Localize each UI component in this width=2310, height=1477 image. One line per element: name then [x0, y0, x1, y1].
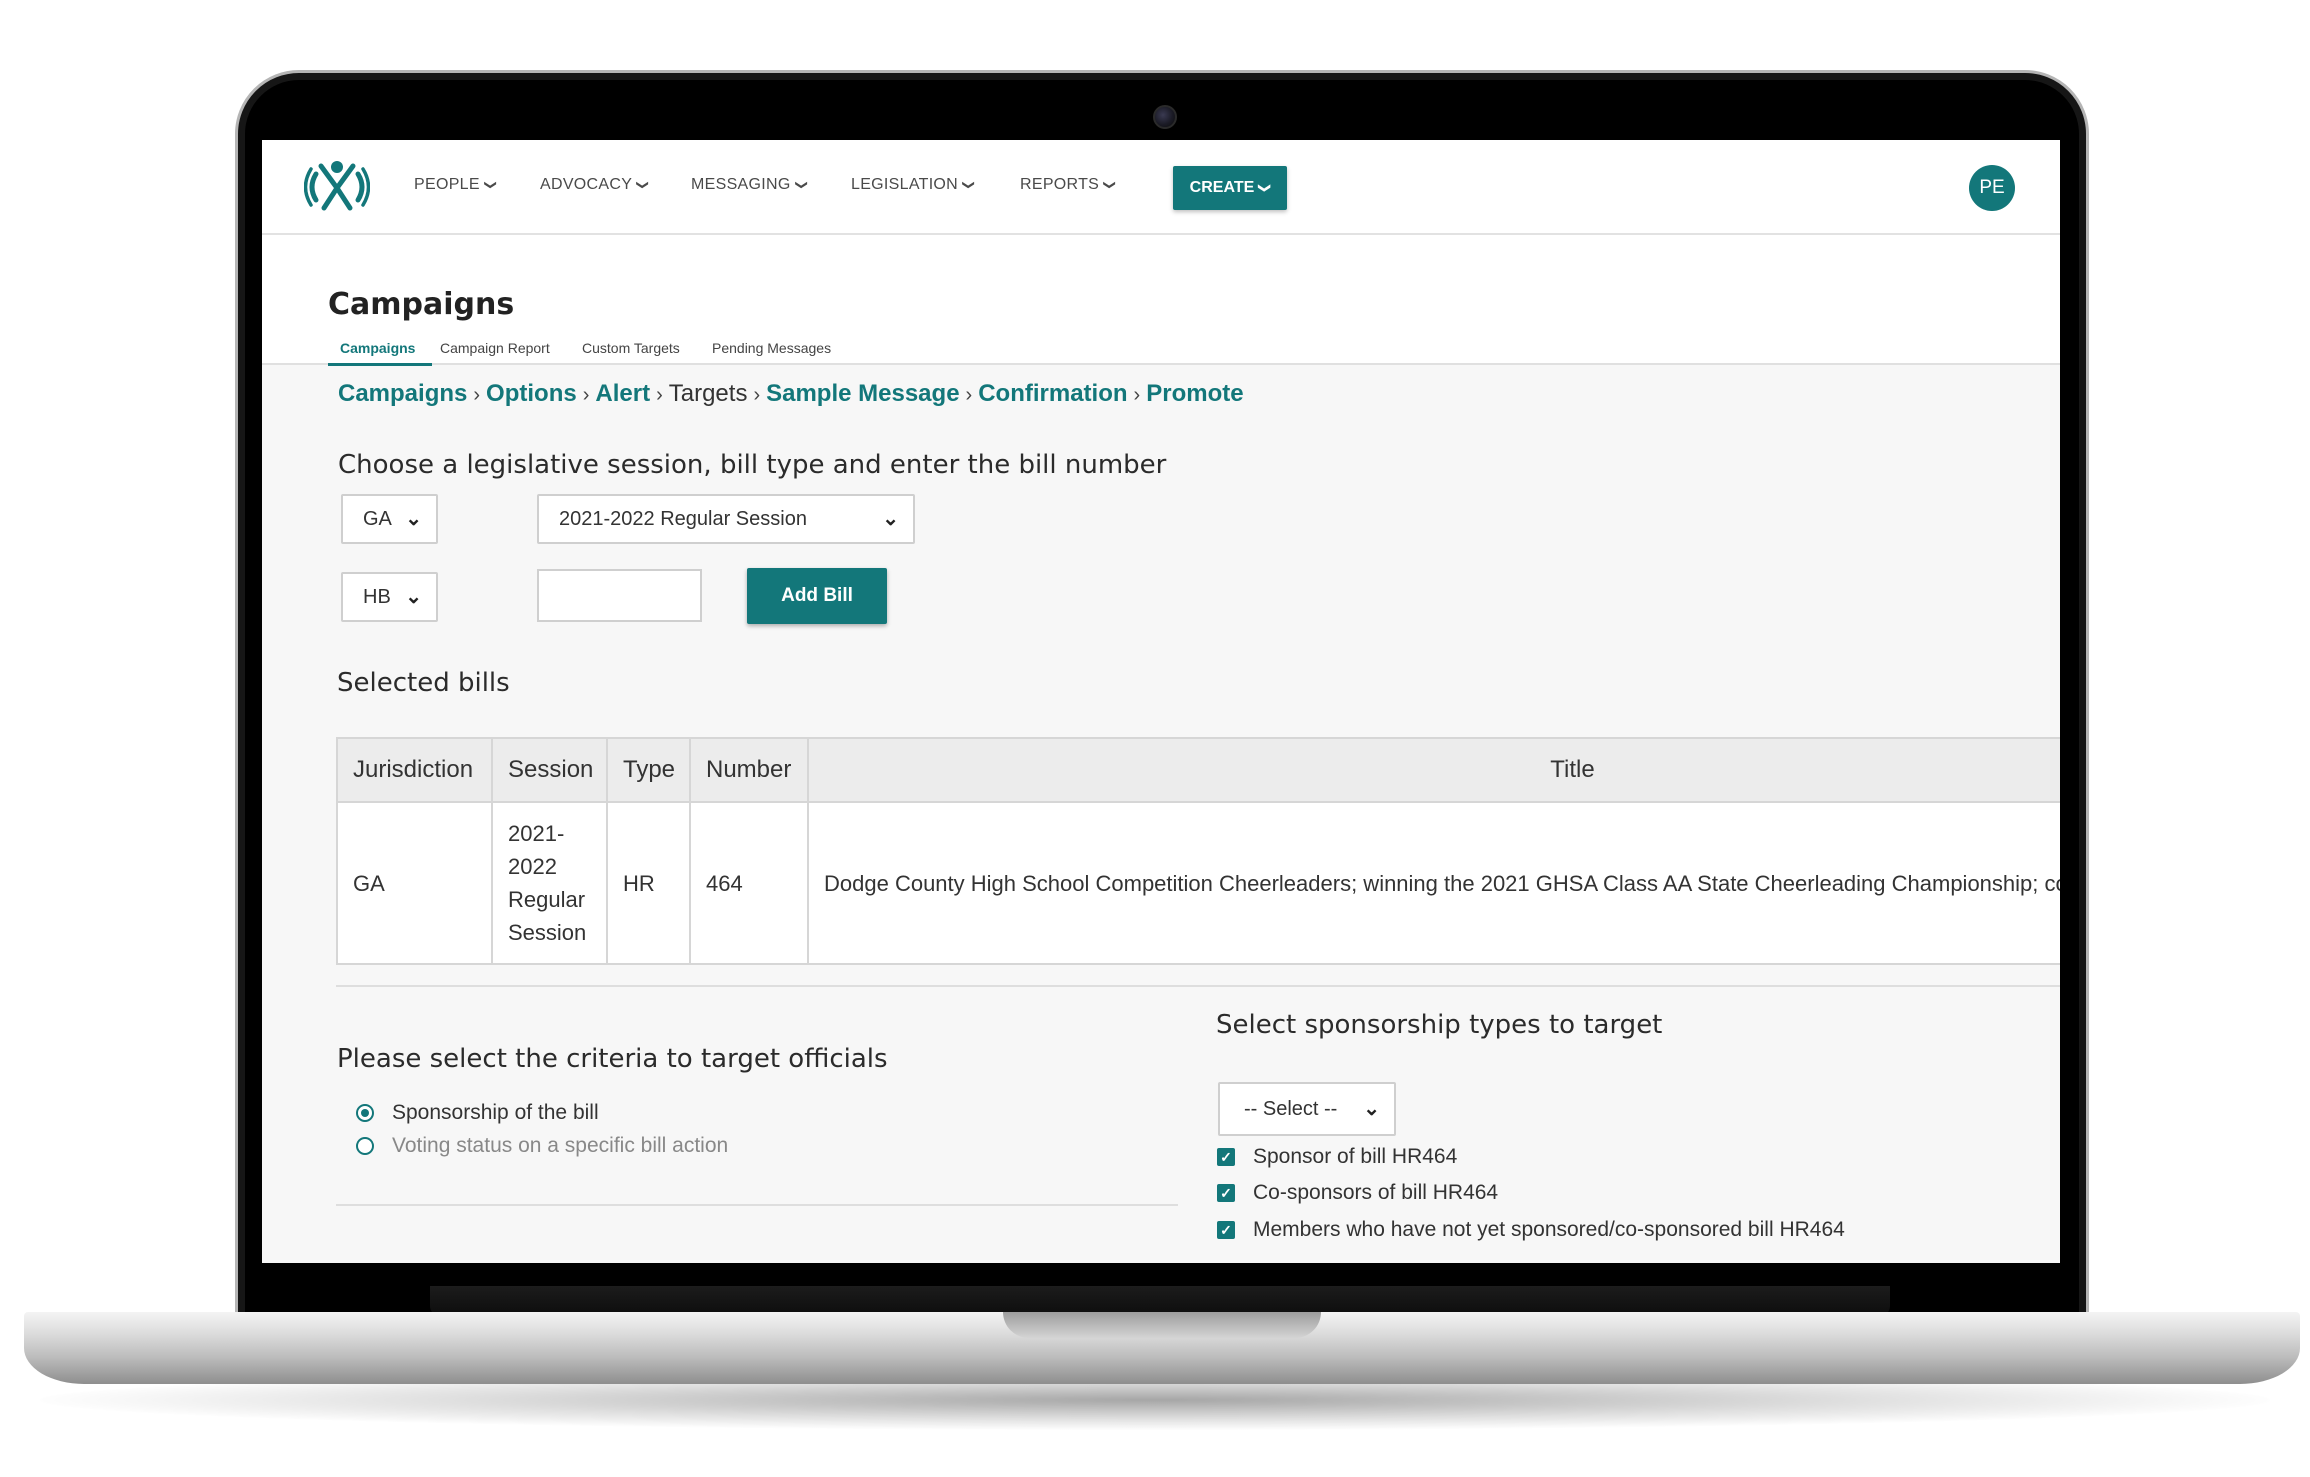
page-title: Campaigns [328, 287, 515, 322]
chevron-down-icon: ⌄ [1363, 1098, 1380, 1120]
tab-campaign-report[interactable]: Campaign Report [440, 340, 550, 356]
criteria-heading: Please select the criteria to target off… [337, 1044, 888, 1074]
chevron-down-icon: ❯ [794, 179, 809, 191]
criteria-divider [336, 1204, 1178, 1206]
nav-messaging-label: MESSAGING [691, 176, 791, 193]
check-not-yet-sponsored[interactable]: ✓ Members who have not yet sponsored/co-… [1217, 1218, 1845, 1242]
add-bill-button[interactable]: Add Bill [747, 568, 887, 624]
breadcrumb-promote[interactable]: Promote [1146, 380, 1243, 407]
state-select-value: GA [363, 507, 392, 530]
tab-pending-messages[interactable]: Pending Messages [712, 340, 831, 356]
check-sponsor[interactable]: ✓ Sponsor of bill HR464 [1217, 1145, 1457, 1169]
top-nav: PEOPLE ❯ ADVOCACY ❯ MESSAGING ❯ LEGISLATION… [262, 140, 2060, 235]
checkbox-checked-icon[interactable]: ✓ [1217, 1221, 1235, 1239]
checkbox-checked-icon[interactable]: ✓ [1217, 1184, 1235, 1202]
state-select[interactable]: GA ⌄ [341, 494, 438, 544]
column-header-jurisdiction[interactable]: Jurisdiction [336, 737, 493, 803]
section-divider [336, 985, 2060, 987]
nav-advocacy-label: ADVOCACY [540, 176, 633, 193]
nav-legislation[interactable]: LEGISLATION ❯ [851, 176, 977, 194]
nav-people-label: PEOPLE [414, 176, 480, 193]
check-cosponsors[interactable]: ✓ Co-sponsors of bill HR464 [1217, 1181, 1498, 1205]
bill-picker-heading: Choose a legislative session, bill type … [338, 450, 1167, 480]
breadcrumb-campaigns[interactable]: Campaigns [338, 380, 467, 407]
selected-bills-heading: Selected bills [337, 668, 510, 698]
sponsorship-heading: Select sponsorship types to target [1216, 1010, 1663, 1040]
check-cosponsors-label: Co-sponsors of bill HR464 [1253, 1181, 1499, 1204]
bill-type-select[interactable]: HB ⌄ [341, 572, 438, 622]
session-select-value: 2021-2022 Regular Session [559, 507, 807, 530]
radio-unselected-icon[interactable] [356, 1137, 374, 1155]
nav-messaging[interactable]: MESSAGING ❯ [691, 176, 809, 194]
chevron-down-icon: ❯ [962, 179, 977, 191]
cell-session: 2021-2022 Regular Session [491, 801, 608, 965]
nav-people[interactable]: PEOPLE ❯ [414, 176, 499, 194]
brand-logo-icon[interactable] [304, 158, 370, 216]
nav-legislation-label: LEGISLATION [851, 176, 959, 193]
radio-sponsorship[interactable]: Sponsorship of the bill [356, 1101, 599, 1125]
radio-voting-status-label: Voting status on a specific bill action [392, 1134, 729, 1157]
breadcrumb-sample-message[interactable]: Sample Message [766, 380, 959, 407]
breadcrumb: Campaigns › Options › Alert › Targets › Sample M… [338, 380, 1244, 408]
create-button-label: CREATE [1189, 179, 1255, 196]
bill-number-input[interactable] [537, 569, 702, 622]
chevron-down-icon: ❯ [484, 179, 499, 191]
chevron-down-icon: ❯ [636, 179, 651, 191]
breadcrumb-separator: › [656, 384, 663, 406]
check-sponsor-label: Sponsor of bill HR464 [1253, 1145, 1458, 1168]
breadcrumb-separator: › [965, 384, 973, 406]
radio-voting-status[interactable]: Voting status on a specific bill action [356, 1134, 728, 1158]
page-header: Campaigns Campaigns Campaign Report Cust… [262, 235, 2060, 366]
app-screen: PEOPLE ❯ ADVOCACY ❯ MESSAGING ❯ LEGISLATION… [262, 140, 2060, 1263]
column-header-title[interactable]: Title [807, 737, 2060, 803]
table-header-row: Jurisdiction Session Type Number Title [336, 737, 2060, 803]
breadcrumb-confirmation[interactable]: Confirmation [978, 380, 1127, 407]
chevron-down-icon: ⌄ [882, 508, 899, 530]
nav-reports[interactable]: REPORTS ❯ [1020, 176, 1118, 194]
cell-number: 464 [689, 801, 809, 965]
active-tab-indicator [328, 363, 432, 366]
bill-type-select-value: HB [363, 585, 391, 608]
breadcrumb-separator: › [753, 384, 761, 406]
radio-selected-icon[interactable] [356, 1104, 374, 1122]
column-header-type[interactable]: Type [606, 737, 691, 803]
breadcrumb-separator: › [1133, 384, 1141, 406]
create-button[interactable]: CREATE ❯ [1173, 166, 1287, 210]
breadcrumb-alert[interactable]: Alert [595, 380, 650, 407]
avatar[interactable]: PE [1969, 165, 2015, 211]
breadcrumb-separator: › [473, 384, 481, 406]
cell-type: HR [606, 801, 691, 965]
breadcrumb-options[interactable]: Options [486, 380, 577, 407]
column-header-number[interactable]: Number [689, 737, 809, 803]
sponsorship-select-value: -- Select -- [1244, 1097, 1338, 1120]
check-not-yet-sponsored-label: Members who have not yet sponsored/co-sp… [1253, 1218, 1845, 1241]
chevron-down-icon: ❯ [1103, 179, 1118, 191]
nav-reports-label: REPORTS [1020, 176, 1100, 193]
cell-title: Dodge County High School Competition Che… [807, 801, 2060, 965]
checkbox-checked-icon[interactable]: ✓ [1217, 1148, 1235, 1166]
sponsorship-select[interactable]: -- Select -- ⌄ [1218, 1082, 1396, 1136]
table-row[interactable]: GA 2021-2022 Regular Session HR 464 Dodg… [336, 801, 2060, 965]
chevron-down-icon: ⌄ [405, 586, 422, 608]
chevron-down-icon: ❯ [1258, 182, 1273, 194]
laptop-notch [1003, 1312, 1321, 1338]
session-select[interactable]: 2021-2022 Regular Session ⌄ [537, 494, 915, 544]
chevron-down-icon: ⌄ [405, 508, 422, 530]
tab-campaigns[interactable]: Campaigns [340, 340, 415, 356]
breadcrumb-targets: Targets [668, 380, 748, 407]
tab-custom-targets[interactable]: Custom Targets [582, 340, 680, 356]
column-header-session[interactable]: Session [491, 737, 608, 803]
breadcrumb-separator: › [582, 384, 590, 406]
cell-jurisdiction: GA [336, 801, 493, 965]
nav-advocacy[interactable]: ADVOCACY ❯ [540, 176, 651, 194]
camera-icon [1153, 105, 1177, 129]
selected-bills-table: Jurisdiction Session Type Number Title G… [336, 737, 2060, 965]
radio-sponsorship-label: Sponsorship of the bill [392, 1101, 599, 1124]
